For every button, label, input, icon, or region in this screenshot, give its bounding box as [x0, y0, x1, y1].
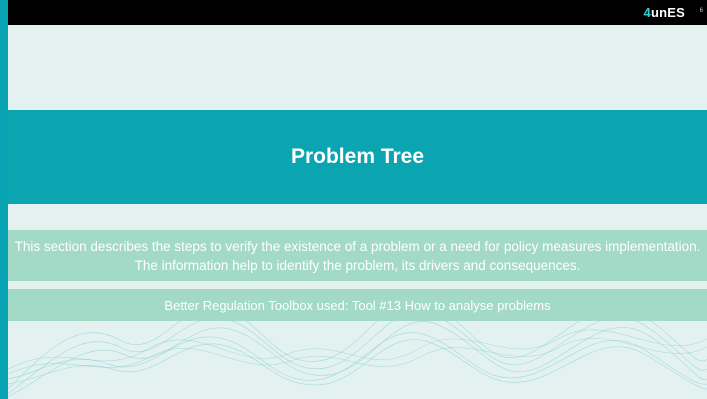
description-text: This section describes the steps to veri…	[14, 238, 701, 273]
title-band: Problem Tree	[8, 110, 707, 204]
toolbox-band: Better Regulation Toolbox used: Tool #13…	[8, 289, 707, 321]
slide-title: Problem Tree	[290, 145, 425, 168]
top-bar: 4unES 6	[8, 0, 707, 25]
logo-mark: 4	[643, 5, 651, 20]
toolbox-text: Better Regulation Toolbox used: Tool #13…	[164, 297, 551, 313]
description-band: This section describes the steps to veri…	[8, 230, 707, 281]
page-number: 6	[699, 8, 703, 14]
tunes-logo: 4unES	[644, 5, 685, 20]
slide-content: Problem Tree This section describes the …	[8, 25, 707, 399]
logo-text: unES	[650, 5, 685, 20]
slide-frame: 4unES 6 Problem Tree This section descri…	[0, 0, 707, 399]
